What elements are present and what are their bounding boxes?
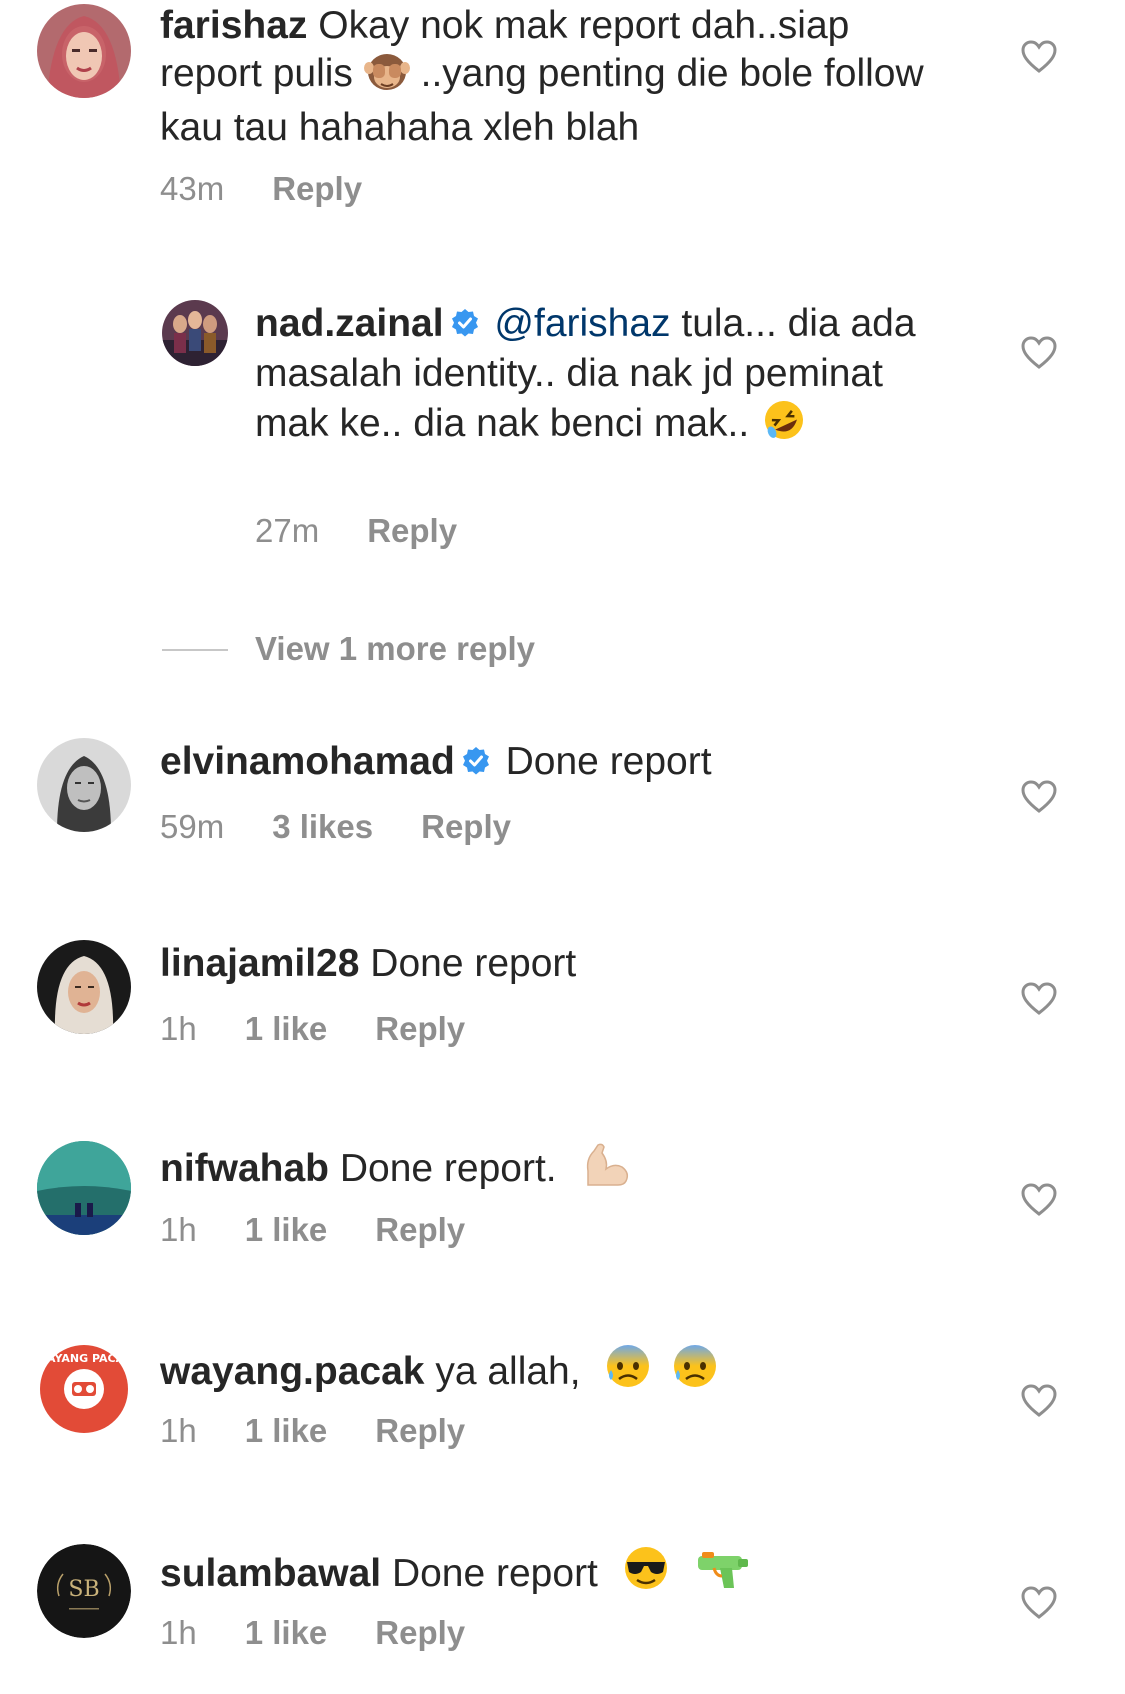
comment-text: Done report: [505, 740, 712, 783]
comment-meta: 59m 3 likes Reply: [160, 808, 559, 846]
avatar[interactable]: [37, 1141, 131, 1235]
reply-button[interactable]: Reply: [375, 1211, 465, 1249]
comment-body: nifwahab Done report.: [160, 1141, 950, 1199]
comment-time: 1h: [160, 1412, 197, 1449]
reply-button[interactable]: Reply: [375, 1412, 465, 1450]
reply-button[interactable]: Reply: [367, 512, 457, 550]
comment-time: 1h: [160, 1614, 197, 1651]
likes-count[interactable]: 1 like: [245, 1010, 328, 1048]
heart-icon[interactable]: [1020, 336, 1058, 370]
comment-meta: 43m Reply: [160, 170, 410, 208]
comment-body: nad.zainal @farishaz tula... dia ada mas…: [255, 300, 955, 454]
comment-meta: 1h 1 like Reply: [160, 1412, 513, 1450]
heart-icon[interactable]: [1020, 780, 1058, 814]
avatar[interactable]: WAYANG PACAK: [37, 1342, 131, 1436]
avatar[interactable]: [162, 300, 228, 366]
comment-meta: 1h 1 like Reply: [160, 1614, 513, 1652]
divider-line: [162, 649, 228, 651]
anxious-sweat-face-emoji: [603, 1342, 653, 1402]
reply-button[interactable]: Reply: [375, 1614, 465, 1652]
comment-username[interactable]: nad.zainal: [255, 302, 444, 345]
comment-time: 1h: [160, 1211, 197, 1248]
comment-text: Done report.: [339, 1147, 557, 1190]
comment-meta: 1h 1 like Reply: [160, 1010, 513, 1048]
heart-icon[interactable]: [1020, 982, 1058, 1016]
verified-badge-icon: [461, 740, 491, 788]
see-no-evil-monkey-emoji: [363, 50, 410, 104]
heart-icon[interactable]: [1020, 1384, 1058, 1418]
anxious-sweat-face-emoji: [670, 1342, 720, 1402]
comment-meta: 27m Reply: [255, 512, 505, 550]
heart-icon[interactable]: [1020, 40, 1058, 74]
comment-time: 27m: [255, 512, 320, 549]
avatar[interactable]: [37, 940, 131, 1034]
comment-body: sulambawal Done report: [160, 1544, 950, 1604]
view-more-replies[interactable]: View 1 more reply: [0, 626, 1125, 676]
water-pistol-emoji: [694, 1548, 750, 1604]
heart-icon[interactable]: [1020, 1586, 1058, 1620]
flexed-biceps-emoji: [580, 1141, 632, 1199]
likes-count[interactable]: 1 like: [245, 1614, 328, 1652]
comment-time: 59m: [160, 808, 225, 845]
reply-button[interactable]: Reply: [272, 170, 362, 208]
likes-count[interactable]: 1 like: [245, 1412, 328, 1450]
likes-count[interactable]: 1 like: [245, 1211, 328, 1249]
comment-text: ya allah,: [435, 1350, 581, 1393]
comment-body: farishaz Okay nok mak report dah..siap r…: [160, 2, 950, 152]
avatar[interactable]: [37, 4, 131, 98]
heart-icon[interactable]: [1020, 1183, 1058, 1217]
likes-count[interactable]: 3 likes: [272, 808, 373, 846]
avatar[interactable]: [37, 738, 131, 832]
verified-badge-icon: [450, 302, 480, 350]
comment-username[interactable]: elvinamohamad: [160, 740, 455, 783]
comment-time: 1h: [160, 1010, 197, 1047]
reply-button[interactable]: Reply: [421, 808, 511, 846]
comment-body: linajamil28 Done report: [160, 940, 950, 988]
avatar[interactable]: SB: [37, 1544, 131, 1638]
wayang-pacak-logo-text: WAYANG PACAK: [37, 1352, 131, 1365]
comment-body: wayang.pacak ya allah,: [160, 1342, 950, 1402]
comment-time: 43m: [160, 170, 225, 207]
view-more-replies-label[interactable]: View 1 more reply: [255, 626, 535, 672]
sunglasses-face-emoji: [621, 1544, 671, 1604]
comment-text: Done report: [391, 1552, 598, 1595]
comment-username[interactable]: sulambawal: [160, 1552, 381, 1595]
comment-meta: 1h 1 like Reply: [160, 1211, 513, 1249]
sulambawal-logo-text: SB: [68, 1577, 99, 1602]
comment-username[interactable]: nifwahab: [160, 1147, 329, 1190]
comment-body: elvinamohamad Done report: [160, 738, 950, 788]
comment-text: Done report: [370, 942, 577, 985]
rolling-laughing-emoji: [760, 398, 808, 454]
mention-link[interactable]: @farishaz: [494, 302, 670, 345]
reply-button[interactable]: Reply: [375, 1010, 465, 1048]
comment-username[interactable]: linajamil28: [160, 942, 359, 985]
comment-username[interactable]: wayang.pacak: [160, 1350, 424, 1393]
comment-username[interactable]: farishaz: [160, 4, 307, 47]
